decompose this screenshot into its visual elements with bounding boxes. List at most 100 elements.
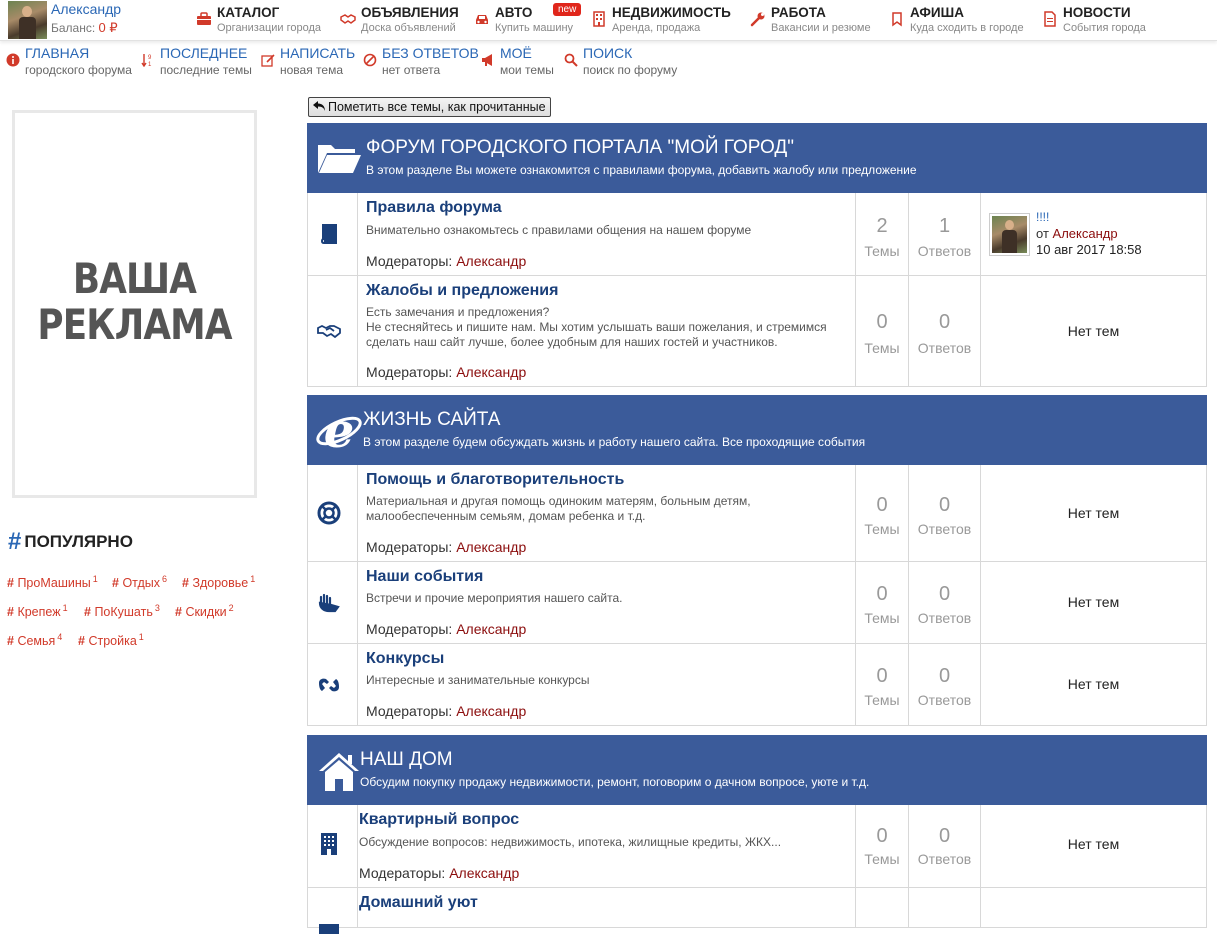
moderator-link[interactable]: Александр — [456, 621, 526, 637]
no-themes-label: Нет тем — [1067, 676, 1120, 692]
nav-ads-title: ОБЪЯВЛЕНИЯ — [361, 5, 459, 20]
last-post: Нет тем — [981, 562, 1206, 643]
last-post-user-link[interactable]: Александр — [1053, 226, 1118, 241]
category-desc: В этом разделе будем обсуждать жизнь и р… — [363, 435, 866, 449]
forum-desc: Встречи и прочие мероприятия нашего сайт… — [366, 591, 623, 605]
nav-catalog-title: КАТАЛОГ — [217, 5, 280, 20]
popular-heading: # ПОПУЛЯРНО — [8, 528, 133, 556]
tag-link[interactable]: # Стройка 1 — [78, 632, 144, 648]
themes-number: 0 — [876, 583, 888, 605]
forum-title[interactable]: Помощь и благотворительность — [366, 471, 624, 489]
tag-count: 1 — [62, 603, 68, 613]
forum-title[interactable]: Квартирный вопрос — [359, 811, 519, 829]
nav-work-sub: Вакансии и резюме — [771, 22, 871, 34]
handshake-icon — [317, 324, 341, 339]
tag-link[interactable]: # Здоровье 1 — [182, 574, 255, 590]
nav-auto-title: АВТО — [495, 5, 533, 20]
moderator-link[interactable]: Александр — [456, 539, 526, 555]
hashtag-icon: # — [8, 528, 22, 555]
tag-link[interactable]: # Скидки 2 — [175, 603, 234, 619]
no-themes-label: Нет тем — [1067, 836, 1120, 852]
themes-number: 0 — [876, 665, 888, 687]
tag-link[interactable]: # Крепеж 1 — [7, 603, 68, 619]
nav-work-title: РАБОТА — [771, 5, 826, 20]
tag-link[interactable]: # ПроМашины 1 — [7, 574, 98, 590]
forum-row[interactable]: Жалобы и предложения Есть замечания и пр… — [307, 276, 1207, 387]
tag-count: 2 — [228, 603, 234, 613]
answers-count: 0 Ответов — [909, 644, 981, 725]
tag-label: ПоКушать — [94, 605, 153, 620]
internet-explorer-icon: e — [315, 405, 363, 453]
avatar[interactable] — [8, 1, 47, 39]
answers-label: Ответов — [917, 340, 972, 356]
forum-icon-cell — [308, 193, 358, 275]
ban-icon — [363, 53, 377, 67]
moderator-link[interactable]: Александр — [456, 253, 526, 269]
tag-link[interactable]: # Семья 4 — [7, 632, 62, 648]
moderators-label: Модераторы: — [359, 865, 446, 881]
forum-main-cell: Помощь и благотворительность Материальна… — [358, 465, 856, 561]
no-themes-label: Нет тем — [1067, 323, 1120, 339]
nav-afisha-title: АФИША — [910, 5, 964, 20]
info-icon — [6, 53, 20, 67]
tag-label: Здоровье — [192, 576, 249, 591]
moderator-link[interactable]: Александр — [456, 703, 526, 719]
category-title[interactable]: Наш дом — [360, 749, 453, 771]
forum-desc: Интересные и занимательные конкурсы — [366, 673, 590, 687]
forum-nav-latest-sub: последние темы — [160, 63, 252, 77]
user-name[interactable]: Александр — [51, 1, 121, 17]
forum-row[interactable]: Квартирный вопрос Обсуждение вопросов: н… — [307, 805, 1207, 888]
forum-desc: Внимательно ознакомьтесь с правилами общ… — [366, 223, 752, 237]
mark-all-read-button[interactable]: Пометить все темы, как прочитанные — [308, 97, 551, 117]
category-title[interactable]: Жизнь сайта — [363, 409, 500, 431]
tag-link[interactable]: # Отдых 6 — [112, 574, 167, 590]
forum-row[interactable]: Домашний уют — [307, 888, 1207, 934]
forum-row[interactable]: Помощь и благотворительность Материальна… — [307, 465, 1207, 562]
forum-nav-search-title: Поиск — [583, 45, 633, 61]
category-header[interactable]: Наш дом Обсудим покупку продажу недвижим… — [307, 735, 1207, 805]
tag-count: 1 — [92, 574, 98, 584]
forum-row[interactable]: Конкурсы Интересные и занимательные конк… — [307, 644, 1207, 726]
forum-row[interactable]: Правила форума Внимательно ознакомьтесь … — [307, 193, 1207, 276]
forum-title[interactable]: Жалобы и предложения — [366, 282, 558, 300]
category-header[interactable]: Форум городского портала "Мой город" В э… — [307, 123, 1207, 193]
bookmark-icon — [889, 11, 905, 27]
edit-icon — [261, 53, 275, 67]
avatar[interactable] — [989, 213, 1030, 256]
nav-auto-sub: Купить машину — [495, 22, 574, 34]
forum-nav-search-sub: поиск по форуму — [583, 63, 678, 77]
forum-icon-cell — [308, 465, 358, 561]
themes-label: Темы — [864, 340, 900, 356]
building-icon — [591, 11, 607, 27]
moderator-link[interactable]: Александр — [449, 865, 519, 881]
moderator-link[interactable]: Александр — [456, 364, 526, 380]
category-title[interactable]: Форум городского портала "Мой город" — [366, 137, 794, 159]
forum-title[interactable]: Конкурсы — [366, 650, 444, 668]
themes-label: Темы — [864, 851, 900, 867]
document-icon — [1042, 11, 1058, 27]
category-header[interactable]: e Жизнь сайта В этом разделе будем обсуж… — [307, 395, 1207, 465]
hashtag-icon: # — [7, 605, 18, 620]
themes-count: 0 Темы — [856, 805, 909, 887]
tag-link[interactable]: # ПоКушать 3 — [84, 603, 160, 619]
themes-number: 0 — [876, 825, 888, 847]
forum-title[interactable]: Наши события — [366, 568, 483, 586]
ad-banner[interactable]: ВАША РЕКЛАМА — [12, 110, 257, 498]
forum-title[interactable]: Домашний уют — [359, 894, 478, 912]
tag-count: 4 — [57, 632, 63, 642]
answers-label: Ответов — [917, 610, 972, 626]
hashtag-icon: # — [112, 576, 123, 591]
forum-title[interactable]: Правила форума — [366, 199, 502, 217]
mark-all-read-label: Пометить все темы, как прочитанные — [328, 100, 546, 114]
last-post-title[interactable]: !!!! — [1036, 210, 1049, 224]
answers-count: 0 Ответов — [909, 276, 981, 386]
category-our-home: Наш дом Обсудим покупку продажу недвижим… — [307, 735, 1207, 934]
forum-row[interactable]: Наши события Встречи и прочие мероприяти… — [307, 562, 1207, 644]
ad-line-1: ВАША — [72, 254, 197, 303]
moderators-label: Модераторы: — [366, 253, 453, 269]
nav-realty-sub: Аренда, продажа — [612, 22, 701, 34]
answers-label: Ответов — [917, 692, 972, 708]
forum-moderators: Модераторы: Александр — [366, 539, 526, 555]
svg-text:e: e — [324, 405, 355, 453]
themes-number: 2 — [876, 215, 888, 237]
